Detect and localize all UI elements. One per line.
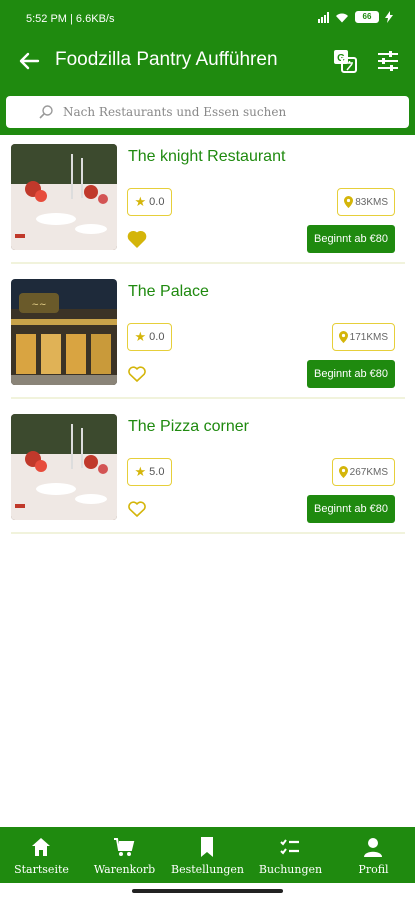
distance-value: 267KMS — [349, 466, 388, 478]
bookmark-icon — [201, 837, 213, 857]
nav-label: Bestellungen — [170, 863, 244, 876]
nav-item-profile[interactable]: Profil — [332, 827, 415, 883]
location-pin-icon — [338, 466, 348, 478]
filter-sliders-icon[interactable] — [375, 48, 401, 74]
signal-icon — [318, 11, 329, 23]
battery-icon: 66 — [355, 11, 379, 23]
status-icons: 66 — [318, 11, 393, 23]
checklist-icon — [280, 839, 299, 855]
distance-badge: 267KMS — [331, 458, 395, 486]
nav-label: Warenkorb — [93, 863, 156, 876]
wifi-icon — [336, 13, 348, 22]
rating-badge: ★ 0.0 — [127, 188, 172, 216]
home-icon — [32, 838, 50, 856]
distance-value: 83KMS — [355, 196, 388, 208]
restaurant-name[interactable]: The knight Restaurant — [128, 148, 285, 166]
restaurant-image — [11, 414, 117, 520]
nav-item-orders[interactable]: Bestellungen — [166, 827, 249, 883]
star-icon: ★ — [134, 464, 147, 479]
restaurant-image — [11, 144, 117, 250]
divider — [11, 397, 405, 399]
cart-icon — [114, 838, 135, 856]
restaurant-image: ~~ — [11, 279, 117, 385]
nav-item-home[interactable]: Startseite — [0, 827, 83, 883]
header: Foodzilla Pantry Aufführen G — [0, 40, 415, 82]
back-arrow-icon[interactable] — [16, 48, 42, 74]
distance-badge: 83KMS — [337, 188, 395, 216]
charging-icon — [385, 11, 393, 23]
rating-value: 0.0 — [149, 331, 165, 343]
restaurant-name[interactable]: The Palace — [128, 283, 209, 301]
search-bar[interactable] — [6, 96, 409, 128]
distance-badge: 171KMS — [331, 323, 395, 351]
status-bar: 5:52 PM | 6.6KB/s 66 — [0, 0, 415, 36]
rating-badge: ★ 0.0 — [127, 323, 172, 351]
status-time: 5:52 PM | 6.6KB/s — [26, 13, 115, 25]
nav-label: Startseite — [14, 863, 69, 876]
price-button[interactable]: Beginnt ab €80 — [306, 225, 395, 253]
restaurant-card[interactable]: ~~ The Palace ★ 0.0 171KMS Beginnt ab €8… — [11, 271, 405, 399]
bottom-navigation: Startseite Warenkorb Bestellungen Buchun… — [0, 827, 415, 883]
star-icon: ★ — [134, 194, 147, 209]
restaurant-card[interactable]: The knight Restaurant ★ 0.0 83KMS Beginn… — [11, 136, 405, 264]
divider — [11, 532, 405, 534]
gesture-home-bar[interactable] — [132, 889, 283, 893]
favorite-heart-outline-icon[interactable] — [127, 500, 147, 518]
location-pin-icon — [338, 331, 348, 343]
nav-label: Buchungen — [258, 863, 323, 876]
star-icon: ★ — [134, 329, 147, 344]
svg-text:~~: ~~ — [31, 300, 46, 310]
favorite-heart-icon[interactable] — [127, 230, 147, 248]
distance-value: 171KMS — [349, 331, 388, 343]
rating-value: 5.0 — [149, 466, 165, 478]
person-icon — [364, 838, 382, 857]
rating-value: 0.0 — [149, 196, 165, 208]
price-button[interactable]: Beginnt ab €80 — [306, 495, 395, 523]
page-title: Foodzilla Pantry Aufführen — [55, 49, 278, 70]
rating-badge: ★ 5.0 — [127, 458, 172, 486]
restaurant-name[interactable]: The Pizza corner — [128, 418, 249, 436]
favorite-heart-outline-icon[interactable] — [127, 365, 147, 383]
nav-label: Profil — [358, 863, 389, 876]
nav-item-bookings[interactable]: Buchungen — [249, 827, 332, 883]
nav-item-cart[interactable]: Warenkorb — [83, 827, 166, 883]
search-icon — [39, 105, 53, 119]
top-app-bar: 5:52 PM | 6.6KB/s 66 Foodzilla Pantry Au… — [0, 0, 415, 135]
price-button[interactable]: Beginnt ab €80 — [306, 360, 395, 388]
translate-icon[interactable]: G — [332, 48, 358, 74]
location-pin-icon — [344, 196, 354, 208]
search-input[interactable] — [63, 100, 393, 124]
divider — [11, 262, 405, 264]
restaurant-card[interactable]: The Pizza corner ★ 5.0 267KMS Beginnt ab… — [11, 406, 405, 534]
